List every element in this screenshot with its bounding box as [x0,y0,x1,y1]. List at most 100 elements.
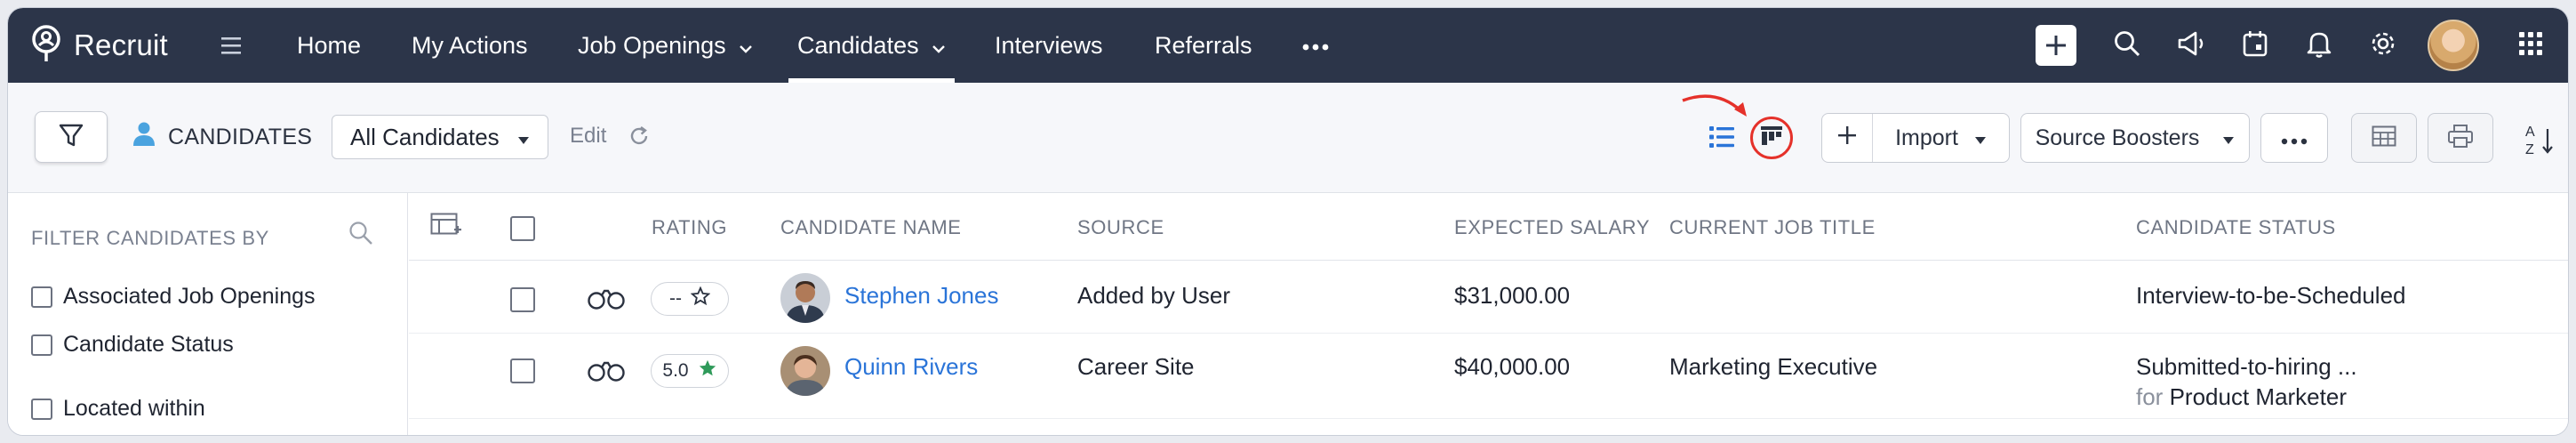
printer-icon [2447,124,2474,153]
status-for-prefix: for [2136,383,2164,410]
announcement-icon [2176,29,2206,62]
filter-panel-title: FILTER CANDIDATES BY [31,227,269,249]
plus-icon [1837,125,1857,151]
nav-item-label: Candidates [797,31,919,59]
search-icon [2113,29,2141,62]
plus-icon [2036,25,2076,66]
rating-pill[interactable]: 5.0 [651,354,729,388]
column-header-rating[interactable]: RATING [652,216,727,239]
column-header-candidate-name[interactable]: CANDIDATE NAME [780,216,962,239]
more-actions-button[interactable] [2260,113,2328,163]
module-toolbar: CANDIDATES All Candidates Edit Import So… [8,83,2568,193]
current-job-title-value: Marketing Executive [1669,353,1878,380]
checkbox[interactable] [31,334,52,356]
candidate-name-link[interactable]: Stephen Jones [844,282,998,310]
column-header-candidate-status[interactable]: CANDIDATE STATUS [2136,216,2336,239]
refresh-icon[interactable] [627,124,652,153]
bell-icon [2306,29,2332,62]
rating-pill[interactable]: -- [651,282,729,316]
source-value: Added by User [1077,282,1230,309]
nav-item-interviews[interactable]: Interviews [995,8,1103,83]
nav-item-label: Interviews [995,31,1103,59]
column-header-current-job-title[interactable]: CURRENT JOB TITLE [1669,216,1876,239]
row-checkbox[interactable] [510,287,535,312]
announcements-button[interactable] [2173,8,2209,83]
avatar [2428,20,2479,71]
table-row[interactable]: -- Stephen Jones Added by User $31,000.0… [409,261,2568,334]
calendar-button[interactable] [2237,8,2273,83]
create-candidate-button[interactable] [1822,114,1872,162]
more-dots-icon[interactable] [1302,40,1329,56]
caret-down-icon [517,124,530,151]
nav-item-label: Home [297,31,362,59]
filter-panel: FILTER CANDIDATES BY Associated Job Open… [8,193,408,435]
nav-item-home[interactable]: Home [297,8,361,83]
print-button[interactable] [2428,113,2493,163]
edit-view-link[interactable]: Edit [570,124,606,149]
candidate-name-link[interactable]: Quinn Rivers [844,353,978,381]
create-import-button-group: Import [1821,113,2010,163]
search-icon[interactable] [348,220,374,251]
table-row[interactable]: 5.0 Quinn Rivers Career Site $40,000.00 … [409,334,2568,419]
candidate-status-value[interactable]: Interview-to-be-Scheduled [2136,282,2406,310]
checkbox[interactable] [31,286,52,308]
checkbox[interactable] [31,398,52,420]
nav-item-label: Job Openings [578,31,726,59]
status-job-opening-title[interactable]: Product Marketer [2170,383,2347,410]
filter-option-located-within[interactable]: Located within [31,396,205,422]
brand[interactable]: Recruit [29,8,168,83]
nav-item-candidates[interactable]: Candidates [788,8,955,83]
source-boosters-button[interactable]: Source Boosters [2020,113,2250,163]
star-outline-icon [690,286,711,311]
gear-icon [2369,29,2397,62]
rating-value: -- [669,288,682,309]
candidate-status-value[interactable]: Submitted-to-hiring ... [2136,353,2357,381]
calendar-icon [2242,29,2268,62]
column-header-source[interactable]: SOURCE [1077,216,1164,239]
nav-item-label: Referrals [1155,31,1252,59]
filter-option-label: Candidate Status [63,332,234,357]
search-button[interactable] [2109,8,2145,83]
import-button[interactable]: Import [1873,114,2009,162]
svg-text:Z: Z [2525,142,2534,157]
rating-value: 5.0 [662,360,689,381]
caret-down-icon [1974,125,1987,151]
notifications-button[interactable] [2301,8,2337,83]
more-dots-icon [2281,125,2308,151]
status-job-opening: for Product Marketer [2136,383,2347,411]
filter-option-label: Associated Job Openings [63,284,316,309]
binoculars-icon[interactable] [587,287,626,315]
nav-item-referrals[interactable]: Referrals [1155,8,1252,83]
hamburger-menu-icon[interactable] [218,33,244,58]
table-header: RATING CANDIDATE NAME SOURCE EXPECTED SA… [409,193,2568,261]
sort-az-icon[interactable]: AZ [2524,122,2556,164]
binoculars-icon[interactable] [587,359,626,387]
import-button-label: Import [1895,125,1958,150]
column-settings-icon[interactable] [430,213,462,244]
apps-grid-icon [2517,30,2544,61]
chevron-down-icon [739,32,753,60]
filter-option-candidate-status[interactable]: Candidate Status [31,332,234,358]
select-all-checkbox[interactable] [510,216,535,241]
settings-button[interactable] [2365,8,2401,83]
column-header-expected-salary[interactable]: EXPECTED SALARY [1454,216,1650,239]
nav-item-job-openings[interactable]: Job Openings [578,8,753,83]
table-view-settings-button[interactable] [2351,113,2417,163]
filter-toggle-button[interactable] [35,111,108,163]
app-window: Recruit Home My Actions Job Openings Can… [7,7,2569,436]
custom-view-label: All Candidates [350,123,500,150]
user-avatar-button[interactable] [2426,8,2481,83]
expected-salary-value: $40,000.00 [1454,353,1571,380]
candidates-table: RATING CANDIDATE NAME SOURCE EXPECTED SA… [409,193,2568,435]
kanban-view-button[interactable] [1750,117,1793,159]
custom-view-select[interactable]: All Candidates [332,115,548,159]
recruit-logo-icon [29,24,63,68]
kanban-view-icon [1760,125,1783,151]
row-checkbox[interactable] [510,358,535,383]
quick-create-button[interactable] [2035,8,2077,83]
apps-button[interactable] [2513,8,2548,83]
nav-item-my-actions[interactable]: My Actions [412,8,528,83]
caret-down-icon [2222,125,2235,151]
filter-option-associated-job-openings[interactable]: Associated Job Openings [31,284,316,310]
list-view-icon[interactable] [1708,124,1736,155]
